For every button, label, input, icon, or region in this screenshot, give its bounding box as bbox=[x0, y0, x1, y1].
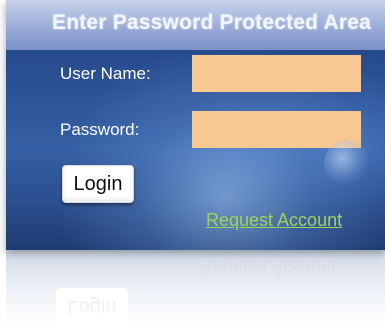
panel-reflection: Request Account Login bbox=[6, 250, 385, 328]
login-button[interactable]: Login bbox=[62, 165, 134, 203]
login-panel: Enter Password Protected Area User Name:… bbox=[6, 0, 385, 250]
page-title: Enter Password Protected Area bbox=[52, 11, 371, 34]
password-label: Password: bbox=[60, 120, 140, 139]
request-account-link[interactable]: Request Account bbox=[206, 210, 342, 231]
request-account-reflection: Request Account bbox=[200, 259, 337, 279]
login-button-reflection: Login bbox=[56, 288, 128, 326]
username-input[interactable] bbox=[192, 55, 361, 92]
username-label: User Name: bbox=[60, 64, 151, 83]
globe-icon bbox=[324, 140, 370, 186]
title-bar: Enter Password Protected Area bbox=[6, 0, 385, 50]
